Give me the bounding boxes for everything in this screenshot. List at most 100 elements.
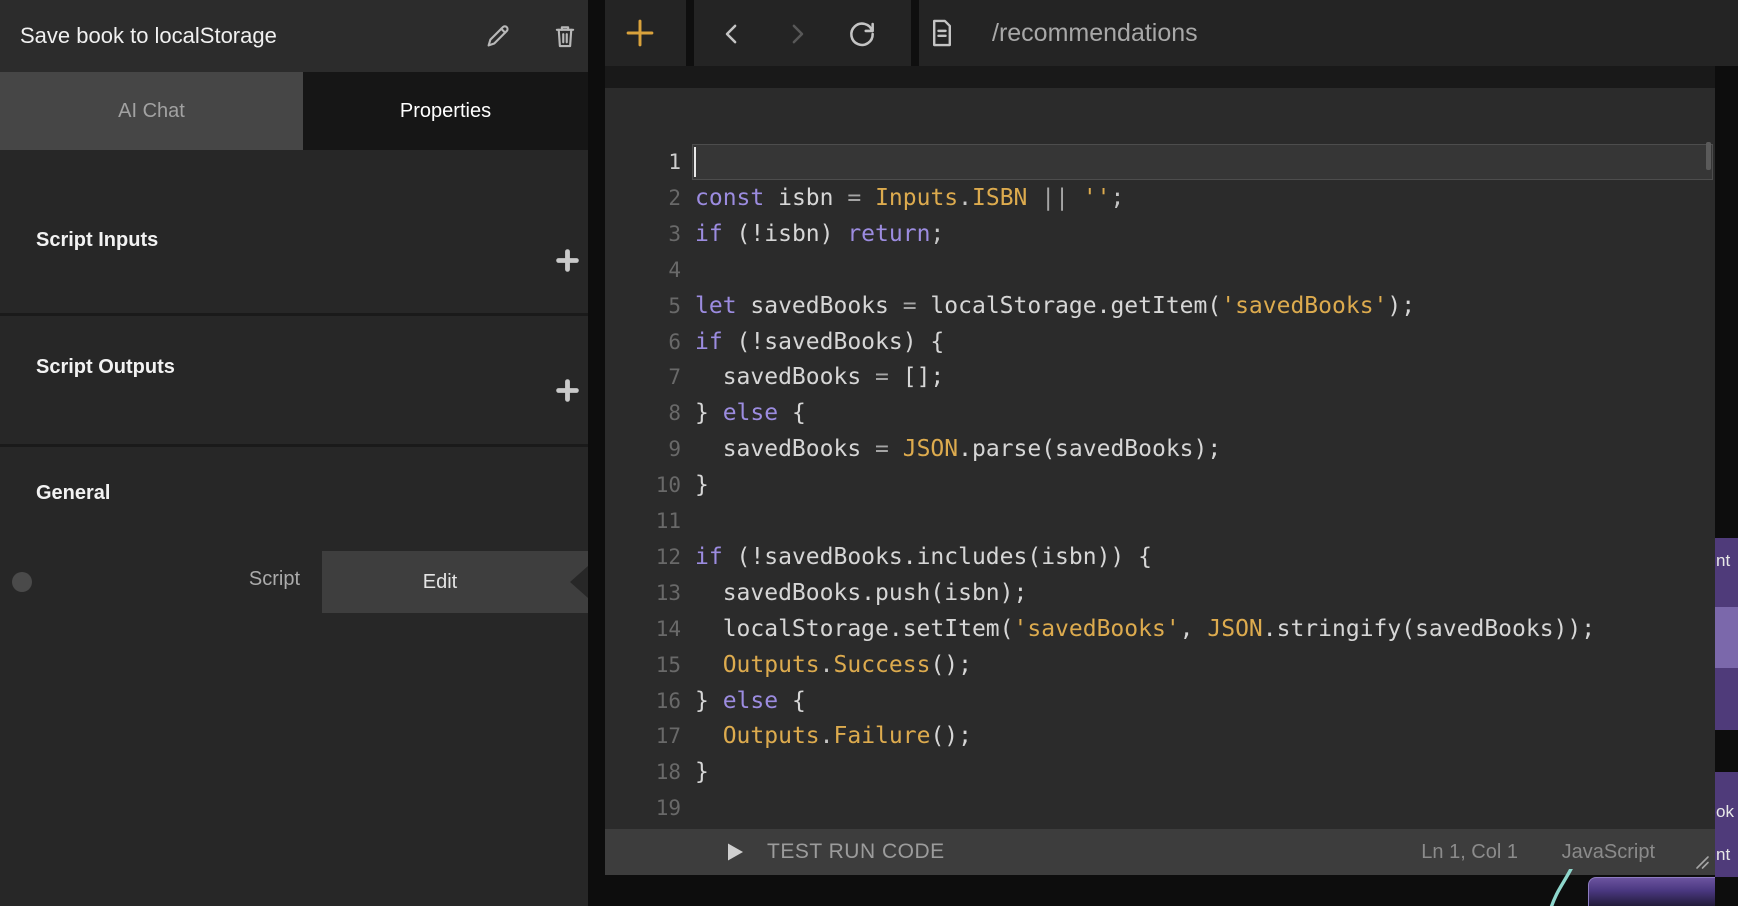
editor-scrollbar-thumb[interactable] [1706, 142, 1711, 170]
chevron-right-icon [782, 19, 812, 49]
add-script-output-button[interactable] [552, 375, 582, 405]
code-token: } [695, 759, 709, 785]
code-line[interactable]: savedBooks = JSON.parse(savedBooks); [695, 431, 1221, 467]
node-canvas-edge: nt oknt [1715, 66, 1738, 906]
code-line[interactable]: } else { [695, 683, 806, 719]
code-token: = [903, 293, 917, 319]
section-title-general: General [36, 482, 110, 505]
line-number: 19 [605, 790, 681, 826]
refresh-icon [846, 18, 878, 50]
code-token: savedBooks [695, 364, 875, 390]
code-token: { [778, 400, 806, 426]
line-number: 3 [605, 216, 681, 252]
code-line[interactable]: } else { [695, 395, 806, 431]
plus-icon [556, 379, 579, 402]
code-token [695, 723, 723, 749]
editor-top-gap [605, 66, 1715, 88]
toolbar-divider [911, 0, 919, 66]
tab-properties[interactable]: Properties [303, 72, 588, 150]
code-token: { [778, 688, 806, 714]
line-number: 11 [605, 503, 681, 539]
code-token: isbn [764, 185, 847, 211]
code-content[interactable]: const isbn = Inputs.ISBN || '';if (!isbn… [695, 88, 1710, 829]
canvas-node-partial[interactable] [1715, 668, 1738, 730]
code-line[interactable]: Outputs.Success(); [695, 647, 972, 683]
code-token: savedBooks [695, 436, 875, 462]
code-token: const [695, 185, 764, 211]
code-line[interactable]: const isbn = Inputs.ISBN || ''; [695, 180, 1124, 216]
toolbar-divider [686, 0, 694, 66]
delete-button[interactable] [547, 18, 583, 54]
code-token: (!savedBooks.includes(isbn)) { [723, 544, 1152, 570]
code-token [861, 185, 875, 211]
panel-tabs: AI Chat Properties [0, 72, 588, 150]
page-route[interactable]: /recommendations [992, 0, 1198, 66]
code-line[interactable]: } [695, 467, 709, 503]
canvas-node-partial[interactable]: nt [1715, 538, 1738, 607]
node-label-fragment: ok [1716, 802, 1734, 822]
line-number: 7 [605, 359, 681, 395]
code-line[interactable]: localStorage.setItem('savedBooks', JSON.… [695, 611, 1595, 647]
code-token: 'savedBooks' [1221, 293, 1387, 319]
code-line[interactable]: let savedBooks = localStorage.getItem('s… [695, 288, 1415, 324]
code-line[interactable]: if (!isbn) return; [695, 216, 944, 252]
test-run-code-button[interactable]: TEST RUN CODE [767, 829, 945, 875]
canvas-node-partial[interactable]: oknt [1715, 772, 1738, 877]
edit-script-button[interactable]: Edit [322, 551, 588, 613]
canvas-node-partial[interactable] [1715, 607, 1738, 668]
pencil-icon [483, 21, 513, 51]
resize-grip[interactable] [1692, 851, 1712, 871]
add-script-input-button[interactable] [552, 245, 582, 275]
code-line[interactable]: if (!savedBooks.includes(isbn)) { [695, 539, 1152, 575]
code-token: .stringify(savedBooks)); [1263, 616, 1595, 642]
line-number: 4 [605, 252, 681, 288]
code-token: if [695, 544, 723, 570]
port-dot[interactable] [12, 572, 32, 592]
code-token: Inputs [875, 185, 958, 211]
section-divider [0, 313, 588, 316]
add-button[interactable] [618, 11, 662, 55]
tab-ai-chat[interactable]: AI Chat [0, 72, 303, 150]
code-token [1027, 185, 1041, 211]
code-token: []; [889, 364, 944, 390]
line-number: 13 [605, 575, 681, 611]
node-label-fragment: nt [1716, 551, 1730, 571]
node-title: Save book to localStorage [20, 0, 277, 72]
preview-toolbar: /recommendations [605, 0, 1738, 66]
code-token: (!isbn) [723, 221, 848, 247]
page-icon [925, 16, 959, 50]
refresh-button[interactable] [840, 12, 884, 56]
play-icon [723, 840, 747, 864]
code-token: (!savedBooks) { [723, 329, 945, 355]
code-token: , [1180, 616, 1208, 642]
code-token: Outputs [723, 652, 820, 678]
code-token: . [820, 652, 834, 678]
code-line[interactable]: if (!savedBooks) { [695, 324, 944, 360]
code-token [1069, 185, 1083, 211]
code-line[interactable]: Outputs.Failure(); [695, 718, 972, 754]
navigate-back-button[interactable] [710, 12, 754, 56]
code-line[interactable]: savedBooks = []; [695, 359, 944, 395]
code-editor[interactable]: 12345678910111213141516171819 const isbn… [605, 88, 1715, 829]
code-token: let [695, 293, 737, 319]
code-token: } [695, 472, 709, 498]
line-number: 18 [605, 754, 681, 790]
connection-wire [1520, 869, 1590, 906]
code-line[interactable]: savedBooks.push(isbn); [695, 575, 1027, 611]
code-token: } [695, 688, 723, 714]
code-token: else [723, 688, 778, 714]
code-line[interactable]: } [695, 754, 709, 790]
code-token: JSON [1207, 616, 1262, 642]
code-token: ISBN [972, 185, 1027, 211]
panel-header: Save book to localStorage [0, 0, 588, 72]
line-number-gutter: 12345678910111213141516171819 [605, 88, 681, 829]
page-icon[interactable] [920, 11, 964, 55]
app-window: Save book to localStorage [0, 0, 1738, 906]
run-button[interactable] [723, 840, 747, 864]
navigate-forward-button[interactable] [775, 12, 819, 56]
line-number: 16 [605, 683, 681, 719]
panel-divider[interactable] [588, 0, 605, 906]
chevron-left-icon [717, 19, 747, 49]
rename-button[interactable] [480, 18, 516, 54]
code-token: Outputs [723, 723, 820, 749]
